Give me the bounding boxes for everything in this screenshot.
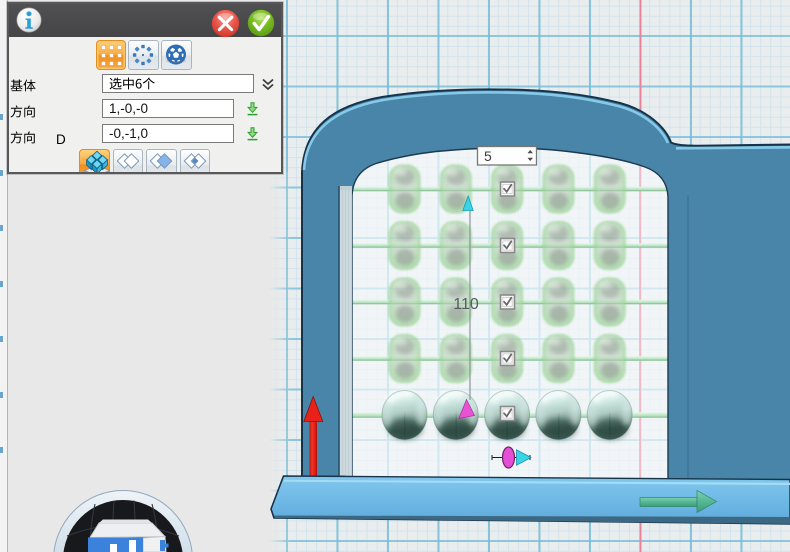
svg-text:110: 110 xyxy=(453,296,479,313)
svg-text:5: 5 xyxy=(484,148,492,164)
